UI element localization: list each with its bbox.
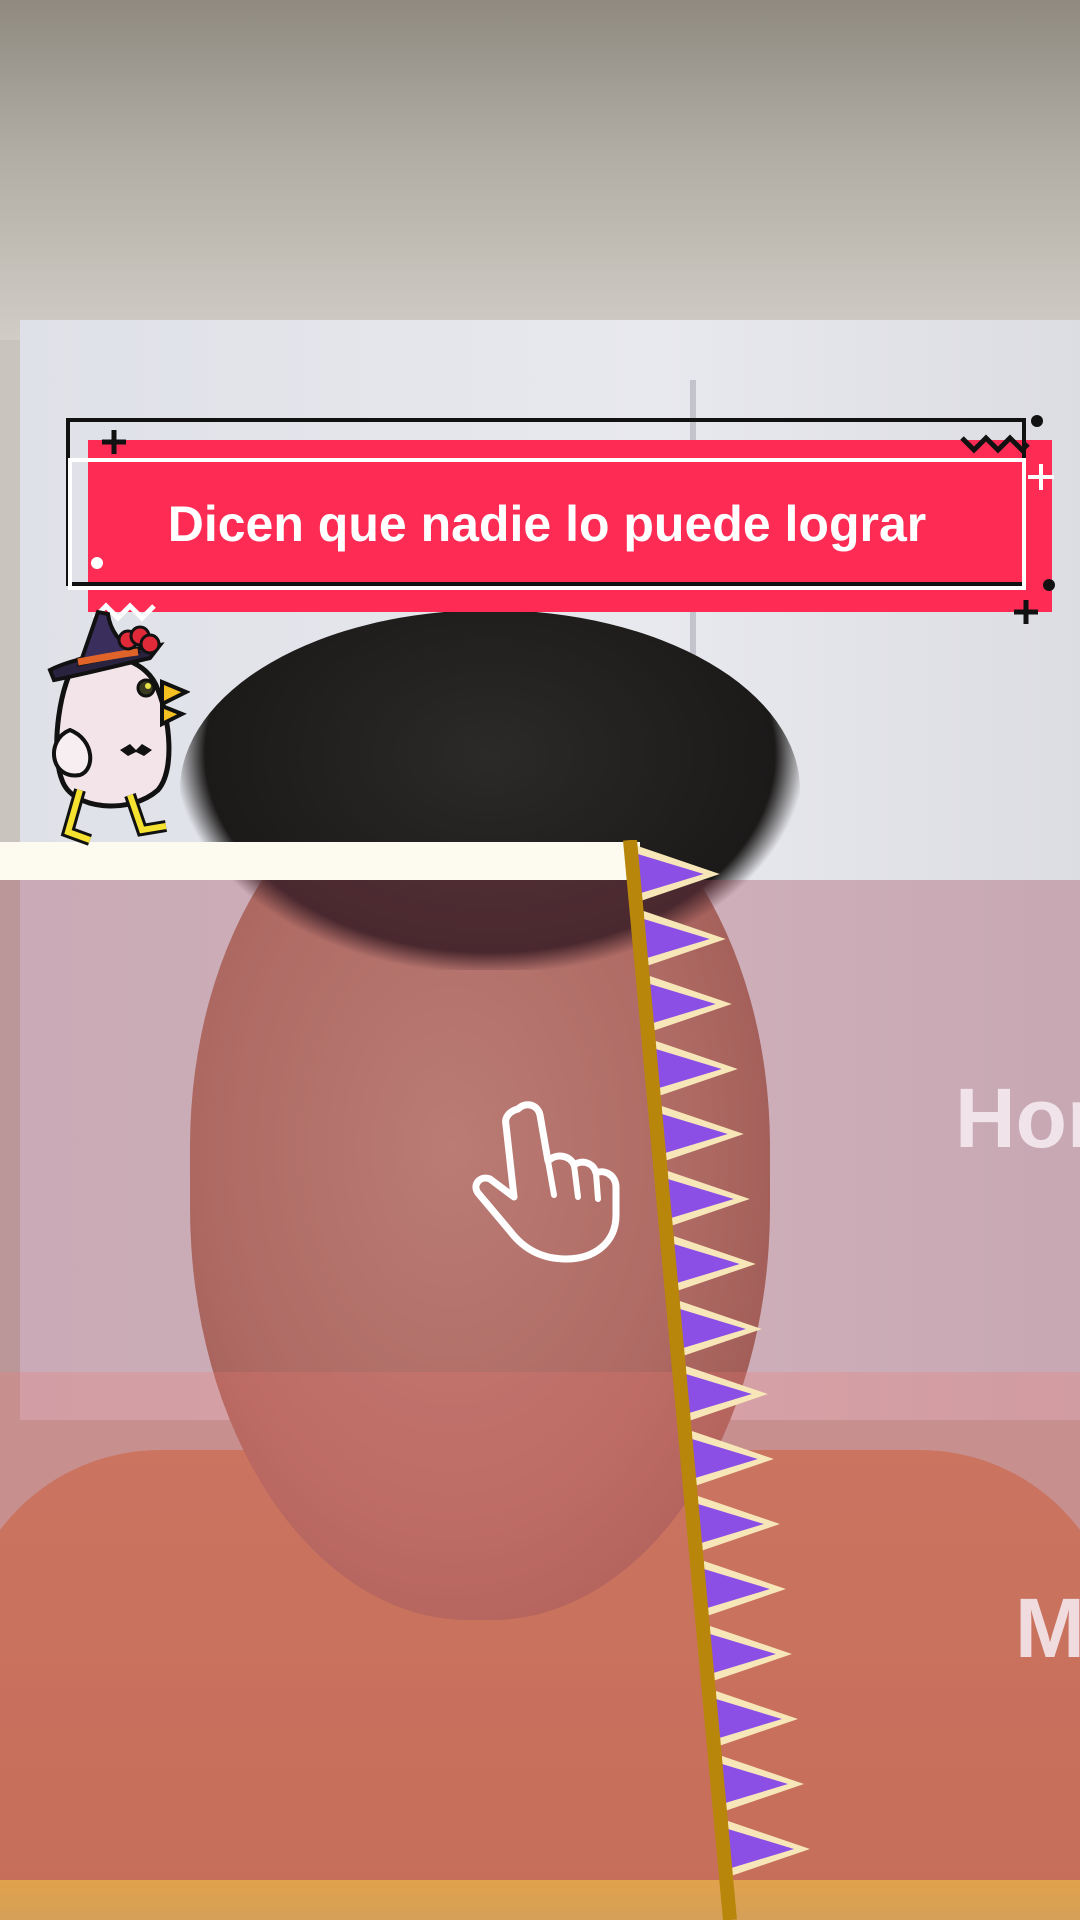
caption-text: Dicen que nadie lo puede lograr: [167, 496, 927, 552]
dot-icon: [1043, 579, 1055, 591]
plus-icon-white: [1028, 464, 1054, 490]
zigzag-icon: [960, 434, 1030, 454]
flag-bunting: [623, 840, 810, 1920]
pointing-hand-icon: [472, 1101, 620, 1263]
witch-hat-chicken-sticker: [47, 609, 190, 846]
ceiling: [0, 0, 1080, 340]
plus-icon: [102, 430, 126, 454]
dot-icon-white: [91, 557, 103, 569]
overlay-word-1: Hor: [955, 1071, 1080, 1165]
lower-tint-overlay: [0, 1372, 1080, 1920]
plus-icon: [1014, 600, 1038, 624]
bottom-strip: [0, 1880, 1080, 1920]
dot-icon: [1031, 415, 1043, 427]
overlay-word-2: M: [1015, 1581, 1080, 1675]
video-background: Hor M: [0, 0, 1080, 1920]
